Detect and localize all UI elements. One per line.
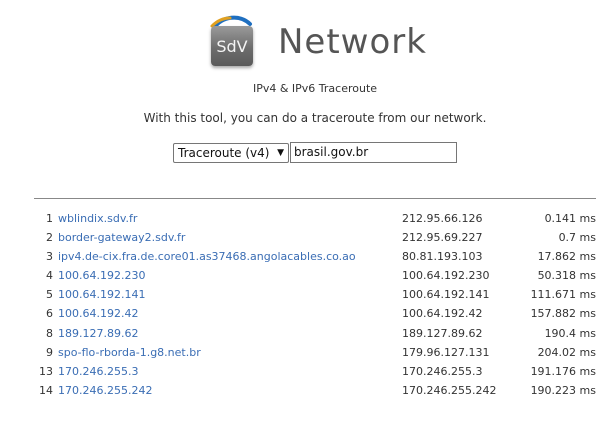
hop-number: 2 (46, 231, 53, 245)
hop-ip: 100.64.192.230 (402, 269, 490, 283)
hop-number: 13 (39, 364, 53, 378)
hop-ip: 212.95.69.227 (402, 231, 483, 245)
hop-host-link[interactable]: 170.246.255.3 (58, 362, 138, 381)
table-row: 1 wblindix.sdv.fr 212.95.66.126 0.141 ms (34, 209, 596, 228)
hop-ip: 170.246.255.3 (402, 364, 483, 378)
table-row: 14 170.246.255.242 170.246.255.242 190.2… (34, 381, 596, 400)
hop-number: 1 (46, 212, 53, 225)
hop-number: 9 (46, 345, 53, 359)
page-title: Network (278, 22, 427, 62)
hop-ip: 80.81.193.103 (402, 250, 483, 264)
hop-host-link[interactable]: 100.64.192.230 (58, 266, 145, 285)
divider (34, 198, 596, 199)
hop-host-link[interactable]: 100.64.192.141 (58, 285, 145, 304)
hop-rtt: 111.671 ms (530, 288, 596, 302)
hop-rtt: 191.176 ms (530, 364, 596, 378)
host-input[interactable]: brasil.gov.br (290, 142, 457, 163)
hop-rtt: 190.223 ms (530, 383, 596, 397)
hop-number: 3 (46, 250, 53, 264)
intro-text: With this tool, you can do a traceroute … (143, 111, 487, 125)
table-row: 9 spo-flo-rborda-1.g8.net.br 179.96.127.… (34, 343, 596, 362)
page-header: SdV Network (208, 10, 427, 74)
hop-rtt: 17.862 ms (537, 250, 596, 264)
hop-rtt: 50.318 ms (537, 269, 596, 283)
hop-host-link[interactable]: spo-flo-rborda-1.g8.net.br (58, 343, 201, 362)
hop-rtt: 190.4 ms (544, 326, 596, 340)
hop-number: 14 (39, 383, 53, 397)
hop-rtt: 204.02 ms (537, 345, 596, 359)
table-row: 2 border-gateway2.sdv.fr 212.95.69.227 0… (34, 228, 596, 247)
hop-ip: 212.95.66.126 (402, 212, 483, 225)
hop-rtt: 0.7 ms (558, 231, 596, 245)
hop-host-link[interactable]: ipv4.de-cix.fra.de.core01.as37468.angola… (58, 247, 356, 266)
hop-number: 4 (46, 269, 53, 283)
hop-ip: 100.64.192.141 (402, 288, 490, 302)
hop-rtt: 157.882 ms (530, 307, 596, 321)
hop-rtt: 0.141 ms (544, 212, 596, 225)
table-row: 13 170.246.255.3 170.246.255.3 191.176 m… (34, 362, 596, 381)
hop-ip: 170.246.255.242 (402, 383, 497, 397)
table-row: 5 100.64.192.141 100.64.192.141 111.671 … (34, 285, 596, 304)
select-value: Traceroute (v4) (178, 145, 270, 160)
hop-host-link[interactable]: wblindix.sdv.fr (58, 209, 137, 228)
chevron-down-icon: ▼ (277, 147, 284, 158)
hop-host-link[interactable]: 170.246.255.242 (58, 381, 152, 400)
table-row: 3 ipv4.de-cix.fra.de.core01.as37468.ango… (34, 247, 596, 266)
hop-host-link[interactable]: border-gateway2.sdv.fr (58, 228, 185, 247)
hop-ip: 179.96.127.131 (402, 345, 490, 359)
sdv-logo[interactable]: SdV (208, 12, 256, 72)
logo-text: SdV (211, 26, 253, 66)
hop-host-link[interactable]: 189.127.89.62 (58, 324, 138, 343)
traceroute-form: Traceroute (v4) ▼ brasil.gov.br (173, 142, 457, 163)
hop-number: 8 (46, 326, 53, 340)
hop-number: 6 (46, 307, 53, 321)
traceroute-type-select[interactable]: Traceroute (v4) ▼ (173, 142, 289, 163)
table-row: 6 100.64.192.42 100.64.192.42 157.882 ms (34, 304, 596, 323)
hop-ip: 189.127.89.62 (402, 326, 483, 340)
hop-host-link[interactable]: 100.64.192.42 (58, 304, 138, 323)
page-subtitle: IPv4 & IPv6 Traceroute (252, 82, 378, 95)
hop-ip: 100.64.192.42 (402, 307, 483, 321)
table-row: 8 189.127.89.62 189.127.89.62 190.4 ms (34, 324, 596, 343)
hop-number: 5 (46, 288, 53, 302)
table-row: 4 100.64.192.230 100.64.192.230 50.318 m… (34, 266, 596, 285)
traceroute-results: 1 wblindix.sdv.fr 212.95.66.126 0.141 ms… (34, 209, 596, 400)
